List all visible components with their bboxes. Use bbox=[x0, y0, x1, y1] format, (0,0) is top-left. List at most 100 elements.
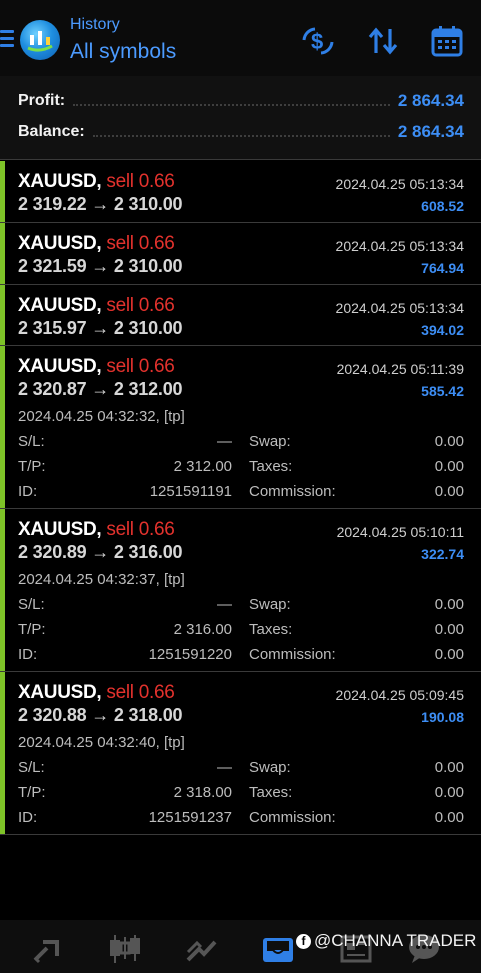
commission-value: 0.00 bbox=[434, 646, 464, 663]
id-label: ID: bbox=[18, 809, 38, 826]
tp-label: T/P: bbox=[18, 621, 46, 638]
taxes-value: 0.00 bbox=[434, 458, 464, 475]
tp-value: 2 318.00 bbox=[173, 784, 232, 801]
deal-open-time: 2024.04.25 04:32:32, [tp] bbox=[18, 408, 185, 425]
trade-icon[interactable] bbox=[184, 932, 220, 966]
deal-profit: 394.02 bbox=[421, 322, 464, 338]
deal-prices: 2 320.87 → 2 312.00 bbox=[18, 379, 183, 399]
profit-indicator-bar bbox=[0, 509, 5, 671]
swap-label: Swap: bbox=[249, 433, 291, 450]
account-summary: Profit: 2 864.34 Balance: 2 864.34 bbox=[0, 76, 481, 160]
deal-row[interactable]: XAUUSD, sell 0.66 2 319.22 → 2 310.00 20… bbox=[0, 161, 481, 223]
swap-label: Swap: bbox=[249, 596, 291, 613]
profit-indicator-bar bbox=[0, 161, 5, 222]
deal-prices: 2 321.59 → 2 310.00 bbox=[18, 256, 183, 276]
sl-label: S/L: bbox=[18, 596, 45, 613]
quotes-icon[interactable] bbox=[30, 932, 66, 966]
deal-profit: 322.74 bbox=[421, 546, 464, 562]
dots-divider bbox=[73, 96, 390, 106]
id-label: ID: bbox=[18, 646, 38, 663]
taxes-value: 0.00 bbox=[434, 621, 464, 638]
chart-icon[interactable] bbox=[107, 932, 143, 966]
deal-profit: 608.52 bbox=[421, 198, 464, 214]
deal-time: 2024.04.25 05:13:34 bbox=[335, 238, 464, 254]
taxes-value: 0.00 bbox=[434, 784, 464, 801]
currency-exchange-icon[interactable]: $ bbox=[301, 24, 335, 58]
deal-time: 2024.04.25 05:13:34 bbox=[335, 300, 464, 316]
tp-value: 2 312.00 bbox=[173, 458, 232, 475]
balance-value: 2 864.34 bbox=[397, 122, 464, 141]
deal-time: 2024.04.25 05:10:11 bbox=[336, 524, 464, 540]
facebook-icon: f bbox=[296, 933, 311, 949]
id-value: 1251591237 bbox=[148, 809, 232, 826]
dots-divider bbox=[92, 127, 390, 137]
header-subtitle: History bbox=[70, 16, 120, 33]
profit-value: 2 864.34 bbox=[397, 91, 464, 110]
deal-prices: 2 319.22 → 2 310.00 bbox=[18, 194, 183, 214]
balance-label: Balance: bbox=[18, 123, 85, 140]
calendar-icon[interactable] bbox=[430, 24, 464, 58]
taxes-label: Taxes: bbox=[249, 621, 293, 638]
profit-row: Profit: 2 864.34 bbox=[18, 89, 464, 113]
deal-profit: 585.42 bbox=[421, 383, 464, 399]
deal-open-time: 2024.04.25 04:32:37, [tp] bbox=[18, 571, 185, 588]
deal-side: sell 0.66 bbox=[106, 233, 175, 254]
sl-label: S/L: bbox=[18, 759, 45, 776]
commission-label: Commission: bbox=[249, 809, 336, 826]
balance-row: Balance: 2 864.34 bbox=[18, 120, 464, 144]
deal-side: sell 0.66 bbox=[106, 682, 175, 703]
profit-indicator-bar bbox=[0, 672, 5, 834]
id-label: ID: bbox=[18, 483, 38, 500]
deal-symbol: XAUUSD, bbox=[18, 295, 102, 316]
commission-value: 0.00 bbox=[434, 483, 464, 500]
sl-value: — bbox=[217, 433, 232, 450]
watermark: f @CHANNA TRADER bbox=[296, 931, 476, 951]
deal-row-expanded[interactable]: XAUUSD, sell 0.66 2 320.87 → 2 312.00 20… bbox=[0, 346, 481, 509]
deal-row-expanded[interactable]: XAUUSD, sell 0.66 2 320.89 → 2 316.00 20… bbox=[0, 509, 481, 672]
deal-side: sell 0.66 bbox=[106, 295, 175, 316]
deal-time: 2024.04.25 05:11:39 bbox=[336, 361, 464, 377]
deal-time: 2024.04.25 05:13:34 bbox=[335, 176, 464, 192]
sl-label: S/L: bbox=[18, 433, 45, 450]
commission-label: Commission: bbox=[249, 646, 336, 663]
deal-symbol: XAUUSD, bbox=[18, 356, 102, 377]
app-header: History All symbols $ bbox=[0, 0, 481, 76]
deal-row[interactable]: XAUUSD, sell 0.66 2 321.59 → 2 310.00 20… bbox=[0, 223, 481, 285]
profit-label: Profit: bbox=[18, 92, 66, 109]
deal-symbol: XAUUSD, bbox=[18, 682, 102, 703]
deal-prices: 2 320.88 → 2 318.00 bbox=[18, 705, 183, 725]
swap-value: 0.00 bbox=[434, 433, 464, 450]
profit-indicator-bar bbox=[0, 223, 5, 284]
header-title[interactable]: All symbols bbox=[70, 40, 176, 64]
deal-symbol: XAUUSD, bbox=[18, 519, 102, 540]
taxes-label: Taxes: bbox=[249, 458, 293, 475]
taxes-label: Taxes: bbox=[249, 784, 293, 801]
sort-icon[interactable] bbox=[366, 24, 400, 58]
swap-value: 0.00 bbox=[434, 596, 464, 613]
swap-label: Swap: bbox=[249, 759, 291, 776]
deal-row-expanded[interactable]: XAUUSD, sell 0.66 2 320.88 → 2 318.00 20… bbox=[0, 672, 481, 835]
deal-symbol: XAUUSD, bbox=[18, 171, 102, 192]
menu-icon[interactable] bbox=[0, 30, 14, 50]
tp-label: T/P: bbox=[18, 458, 46, 475]
swap-value: 0.00 bbox=[434, 759, 464, 776]
tp-label: T/P: bbox=[18, 784, 46, 801]
deal-prices: 2 315.97 → 2 310.00 bbox=[18, 318, 183, 338]
id-value: 1251591220 bbox=[148, 646, 232, 663]
deal-side: sell 0.66 bbox=[106, 171, 175, 192]
deal-row[interactable]: XAUUSD, sell 0.66 2 315.97 → 2 310.00 20… bbox=[0, 285, 481, 346]
history-icon[interactable] bbox=[260, 932, 296, 966]
deal-prices: 2 320.89 → 2 316.00 bbox=[18, 542, 183, 562]
deal-side: sell 0.66 bbox=[106, 519, 175, 540]
deal-open-time: 2024.04.25 04:32:40, [tp] bbox=[18, 734, 185, 751]
id-value: 1251591191 bbox=[149, 483, 232, 500]
deal-profit: 190.08 bbox=[421, 709, 464, 725]
sl-value: — bbox=[217, 759, 232, 776]
profit-indicator-bar bbox=[0, 285, 5, 345]
deal-profit: 764.94 bbox=[421, 260, 464, 276]
deal-time: 2024.04.25 05:09:45 bbox=[335, 687, 464, 703]
commission-value: 0.00 bbox=[434, 809, 464, 826]
deal-symbol: XAUUSD, bbox=[18, 233, 102, 254]
profit-indicator-bar bbox=[0, 346, 5, 508]
deal-side: sell 0.66 bbox=[106, 356, 175, 377]
